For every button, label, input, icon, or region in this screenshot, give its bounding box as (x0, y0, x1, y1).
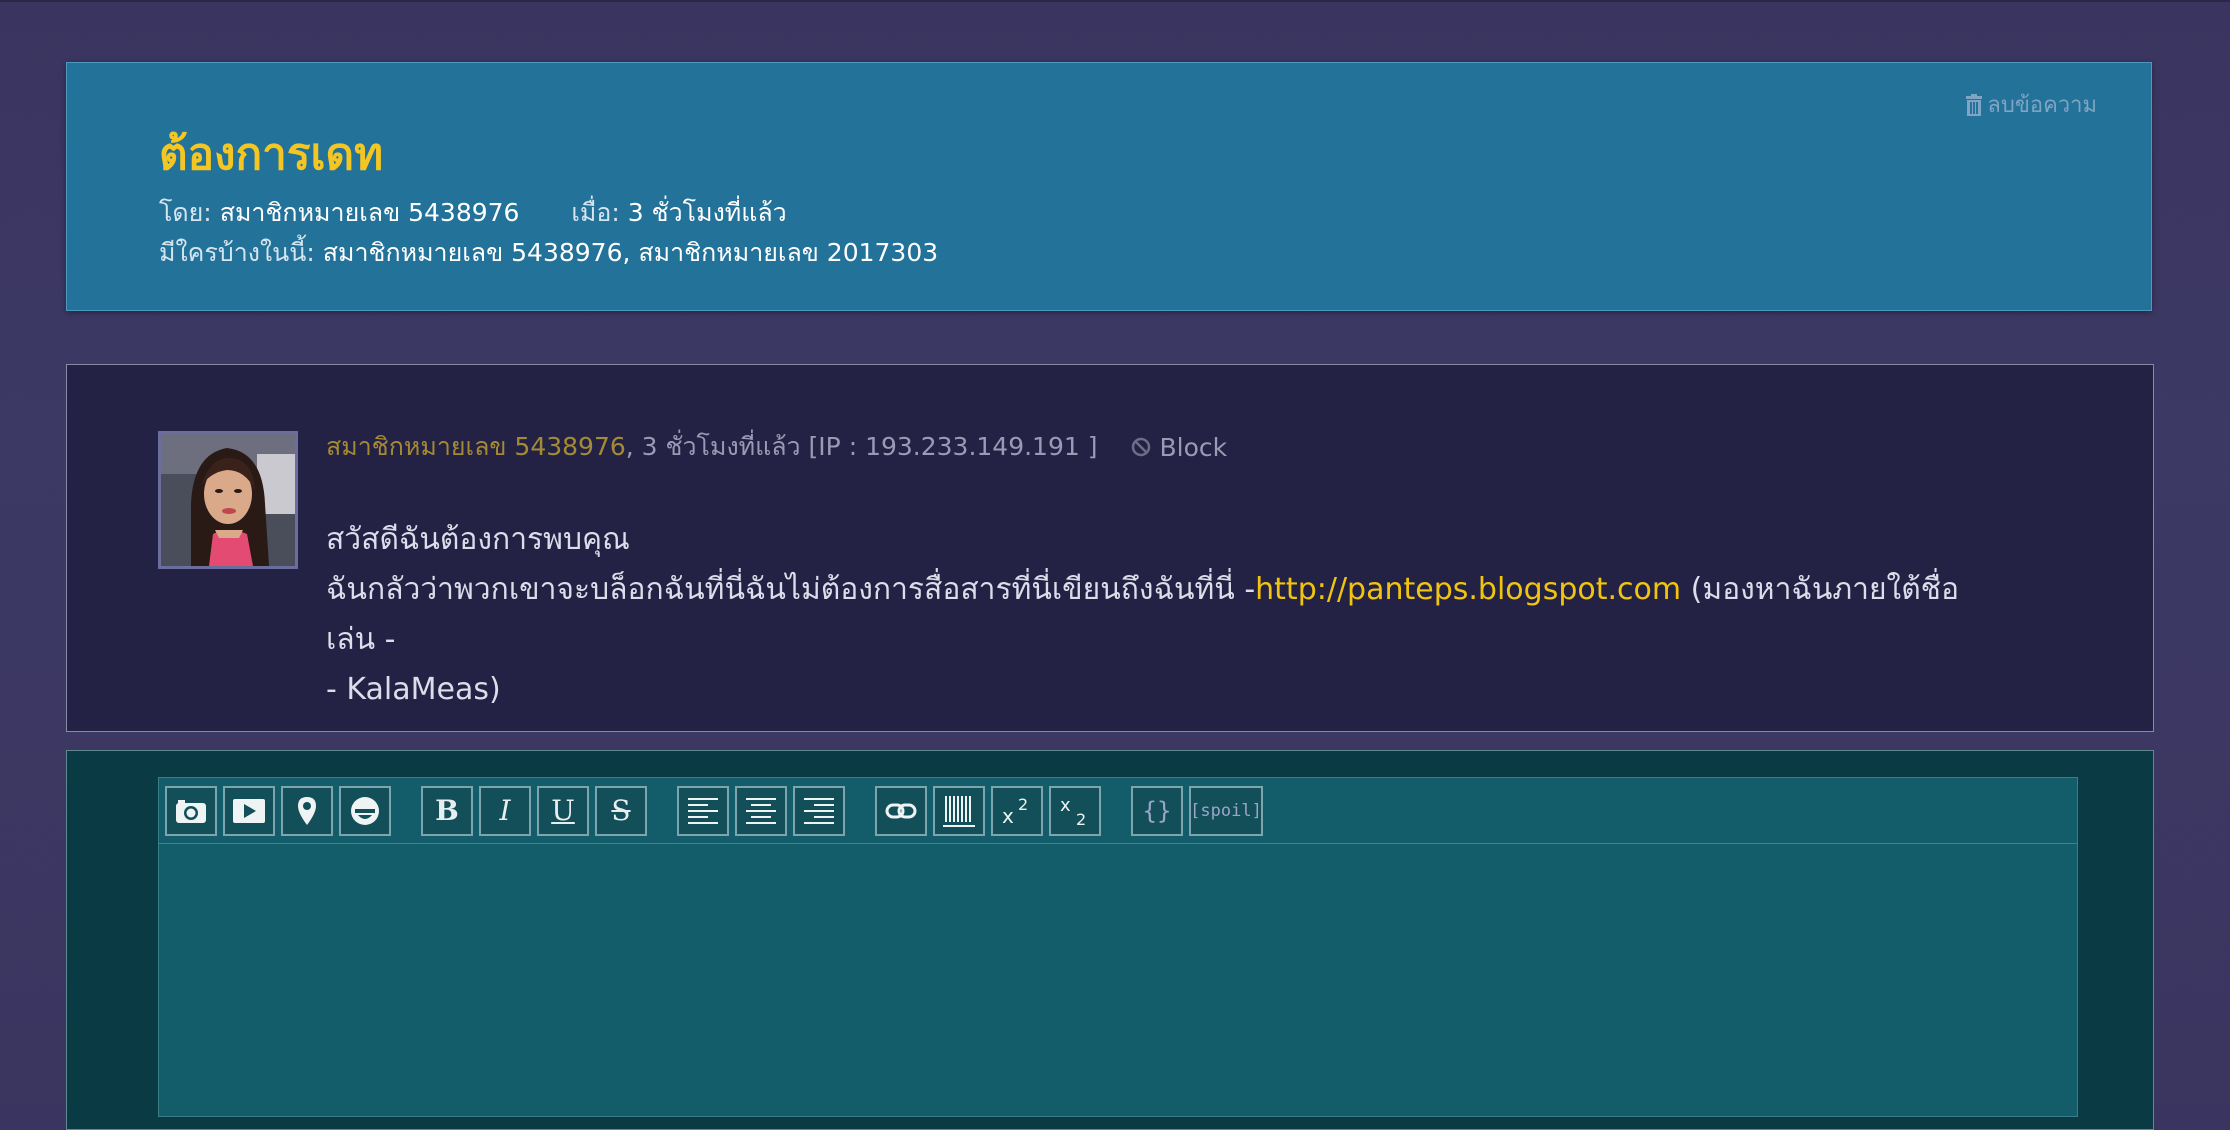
editor-toolbar: B I U S x 2 x 2 {} [spoil] (159, 778, 2077, 844)
map-pin-icon (298, 796, 316, 825)
subscript-icon: x 2 (1060, 795, 1086, 827)
align-right-icon (804, 797, 834, 824)
topic-title: ต้องการเดท (159, 129, 384, 180)
avatar-image (161, 434, 295, 566)
spoiler-label: [spoil] (1190, 800, 1262, 821)
code-button[interactable]: {} (1131, 785, 1183, 836)
align-center-icon (746, 797, 776, 824)
strikethrough-button[interactable]: S (595, 785, 647, 836)
topic-header: ลบข้อความ ต้องการเดท โดย: สมาชิกหมายเลข … (66, 62, 2152, 311)
post-line-1: สวัสดีฉันต้องการพบคุณ (326, 522, 630, 557)
superscript-icon: x 2 (1002, 795, 1028, 827)
svg-text:x: x (1060, 795, 1071, 816)
emoji-icon (351, 796, 379, 825)
video-icon (233, 798, 265, 823)
reply-editor: B I U S x 2 x 2 {} [spoil] (158, 777, 2078, 1117)
participants-list: สมาชิกหมายเลข 5438976, สมาชิกหมายเลข 201… (322, 238, 939, 267)
align-left-icon (688, 797, 718, 824)
spoiler-button[interactable]: [spoil] (1189, 785, 1263, 836)
underline-button[interactable]: U (537, 785, 589, 836)
bold-button[interactable]: B (421, 785, 473, 836)
bold-label: B (435, 793, 459, 827)
superscript-button[interactable]: x 2 (991, 785, 1043, 836)
subscript-button[interactable]: x 2 (1049, 785, 1101, 836)
insert-video-button[interactable] (223, 785, 275, 836)
camera-icon (176, 799, 206, 823)
align-left-button[interactable] (677, 785, 729, 836)
participants-label: มีใครบ้างในนี้: (159, 238, 315, 267)
reply-section: B I U S x 2 x 2 {} [spoil] (66, 750, 2154, 1130)
topic-time: 3 ชั่วโมงที่แล้ว (627, 198, 787, 227)
insert-image-button[interactable] (165, 785, 217, 836)
delete-message-link[interactable]: ลบข้อความ (1965, 87, 2097, 122)
italic-button[interactable]: I (479, 785, 531, 836)
strikethrough-label: S (611, 793, 631, 827)
top-border (0, 0, 2230, 2)
italic-label: I (499, 793, 511, 827)
post-link[interactable]: http://panteps.blogspot.com (1255, 572, 1681, 607)
avatar[interactable] (158, 431, 298, 569)
block-button[interactable]: Block (1131, 433, 1227, 462)
svg-text:2: 2 (1076, 810, 1086, 827)
insert-link-button[interactable] (875, 785, 927, 836)
post: สมาชิกหมายเลข 5438976 , 3 ชั่วโมงที่แล้ว… (66, 364, 2154, 732)
trash-icon (1966, 93, 1983, 116)
insert-map-button[interactable] (281, 785, 333, 836)
block-label: Block (1159, 432, 1228, 462)
post-meta: สมาชิกหมายเลข 5438976 , 3 ชั่วโมงที่แล้ว… (326, 427, 1227, 467)
svg-text:x: x (1002, 804, 1014, 827)
post-time-ip: , 3 ชั่วโมงที่แล้ว [IP : 193.233.149.191… (625, 432, 1098, 461)
post-author[interactable]: สมาชิกหมายเลข 5438976 (326, 427, 626, 467)
align-center-button[interactable] (735, 785, 787, 836)
reply-textarea[interactable] (159, 844, 2077, 1116)
underline-label: U (551, 793, 575, 827)
delete-label: ลบข้อความ (1987, 93, 2097, 118)
topic-participants: มีใครบ้างในนี้: สมาชิกหมายเลข 5438976, ส… (159, 233, 938, 273)
link-icon (885, 803, 917, 818)
code-label: {} (1142, 796, 1172, 825)
when-label: เมื่อ: (571, 198, 620, 227)
topic-meta: โดย: สมาชิกหมายเลข 5438976 เมื่อ: 3 ชั่ว… (159, 193, 787, 233)
block-icon (1132, 437, 1151, 457)
post-line-2-text: ฉันกลัวว่าพวกเขาจะบล็อกฉันที่นี่ฉันไม่ต้… (326, 572, 1256, 607)
svg-text:2: 2 (1018, 795, 1028, 814)
insert-barcode-button[interactable] (933, 785, 985, 836)
post-line-3: - KalaMeas) (326, 672, 501, 707)
post-body: สวัสดีฉันต้องการพบคุณ ฉันกลัวว่าพวกเขาจะ… (326, 515, 1986, 715)
align-right-button[interactable] (793, 785, 845, 836)
topic-author[interactable]: สมาชิกหมายเลข 5438976 (220, 198, 520, 227)
post-line-2: ฉันกลัวว่าพวกเขาจะบล็อกฉันที่นี่ฉันไม่ต้… (326, 565, 1986, 665)
barcode-icon (943, 795, 975, 827)
insert-emoji-button[interactable] (339, 785, 391, 836)
by-label: โดย: (159, 198, 212, 227)
